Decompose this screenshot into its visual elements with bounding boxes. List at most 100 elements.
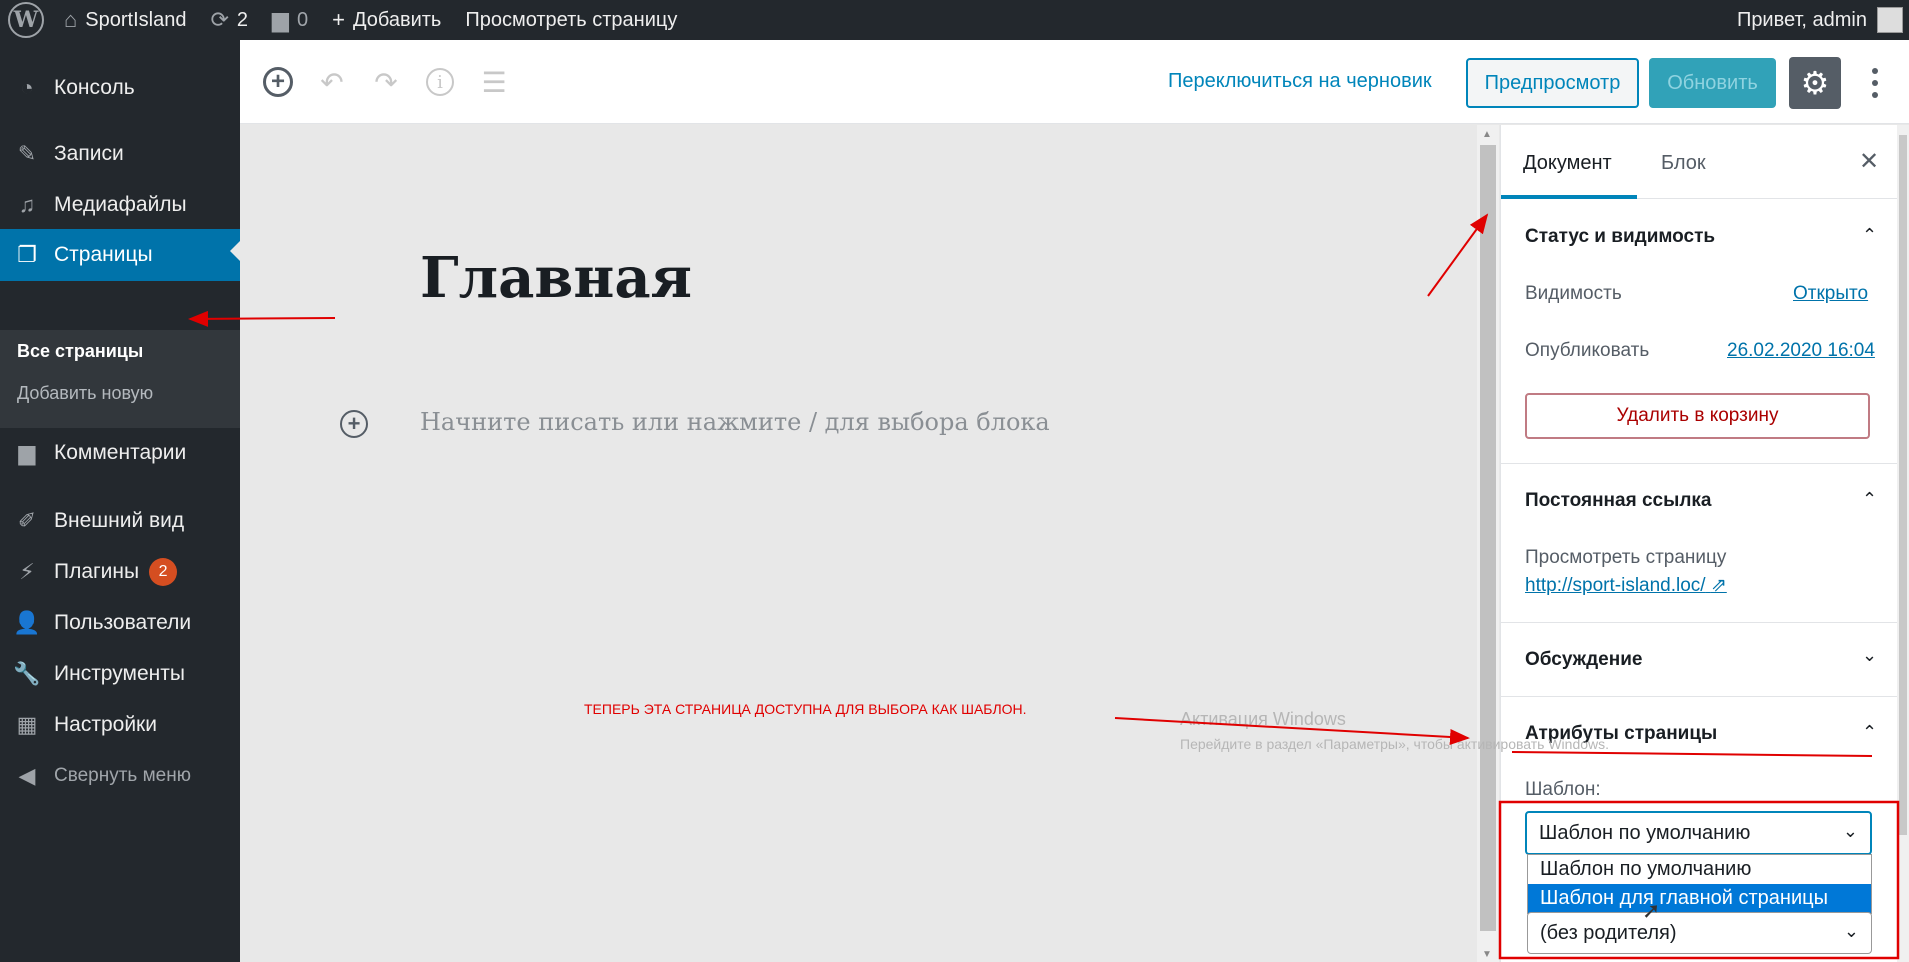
undo-button[interactable]: ↶ (314, 64, 350, 100)
parent-select-value: (без родителя) (1540, 921, 1677, 944)
tab-document[interactable]: Документ (1523, 152, 1612, 175)
editor-header: + ↶ ↷ i ☰ Переключиться на черновик Пред… (240, 40, 1909, 124)
editor-scrollbar-thumb[interactable] (1480, 145, 1496, 931)
publish-date-link[interactable]: 26.02.2020 16:04 (1727, 340, 1875, 362)
view-page-link[interactable]: Просмотреть страницу (453, 0, 689, 40)
outline-button[interactable]: ☰ (476, 64, 512, 100)
add-new-link[interactable]: + Добавить (320, 0, 453, 40)
visibility-label: Видимость (1525, 283, 1622, 304)
active-tab-indicator (1501, 195, 1637, 199)
redo-button[interactable]: ↷ (368, 64, 404, 100)
wordpress-logo-icon[interactable]: W (8, 2, 44, 38)
plus-circle-icon: + (263, 67, 293, 97)
inline-add-block-button[interactable]: + (340, 410, 368, 438)
sidebar-item-appearance[interactable]: ✐ Внешний вид (0, 499, 240, 543)
sidebar-item-dashboard[interactable]: ◔ Консоль (0, 66, 240, 110)
sidebar-item-settings[interactable]: ▦ Настройки (0, 703, 240, 747)
tab-block[interactable]: Блок (1661, 152, 1706, 175)
chevron-down-icon[interactable]: ⌄ (1862, 645, 1877, 666)
scroll-up-arrow-icon[interactable]: ▲ (1482, 129, 1492, 140)
admin-sidebar: ◔ Консоль ✎ Записи ♫ Медиафайлы ❐ Страни… (0, 40, 240, 962)
refresh-icon: ⟳ (210, 7, 229, 32)
home-icon: ⌂ (64, 7, 78, 32)
sidebar-item-label: Записи (54, 142, 124, 165)
updates-count: 2 (236, 8, 249, 31)
chevron-down-icon: ⌄ (1843, 921, 1859, 941)
chevron-down-icon: ⌄ (1842, 821, 1858, 841)
site-name-link[interactable]: ⌂ SportIsland (52, 0, 198, 40)
update-button[interactable]: Обновить (1649, 58, 1776, 108)
info-button[interactable]: i (422, 64, 458, 100)
sidebar-item-label: Плагины (54, 560, 140, 583)
comments-icon: ▆ (18, 440, 36, 465)
panel-title-permalink[interactable]: Постоянная ссылка (1525, 490, 1711, 512)
more-options-button[interactable] (1860, 58, 1890, 108)
scroll-down-arrow-icon[interactable]: ▼ (1482, 949, 1492, 960)
gear-icon: ⚙ (1800, 65, 1830, 101)
panel-title-status[interactable]: Статус и видимость (1525, 226, 1715, 248)
template-option-default[interactable]: Шаблон по умолчанию (1528, 855, 1871, 884)
view-page-label: Просмотреть страницу (465, 8, 678, 31)
info-icon: i (426, 68, 454, 96)
chevron-up-icon[interactable]: ⌃ (1862, 489, 1877, 510)
submenu-add-new[interactable]: Добавить новую (17, 383, 153, 404)
settings-toggle-button[interactable]: ⚙ (1789, 57, 1841, 109)
template-option-home[interactable]: Шаблон для главной страницы (1528, 884, 1871, 913)
move-to-trash-button[interactable]: Удалить в корзину (1525, 393, 1870, 439)
template-select[interactable]: Шаблон по умолчанию ⌄ (1525, 811, 1872, 855)
post-title[interactable]: Главная (420, 245, 692, 311)
sidebar-collapse-menu[interactable]: ◀ Свернуть меню (0, 754, 240, 798)
mouse-cursor-icon: ➚ (1642, 898, 1661, 923)
sidebar-item-media[interactable]: ♫ Медиафайлы (0, 183, 240, 227)
comment-bubble-icon: ▆ (272, 7, 289, 32)
sidebar-tabs: Документ Блок ✕ (1501, 125, 1898, 199)
settings-scrollbar-thumb[interactable] (1899, 135, 1907, 835)
preview-button[interactable]: Предпросмотр (1466, 58, 1639, 108)
add-block-button[interactable]: + (260, 64, 296, 100)
sidebar-item-pages[interactable]: ❐ Страницы (0, 229, 240, 281)
block-placeholder[interactable]: Начните писать или нажмите / для выбора … (420, 408, 1050, 436)
panel-title-discussion[interactable]: Обсуждение (1525, 649, 1642, 671)
sidebar-item-label: Внешний вид (54, 509, 185, 532)
updates-link[interactable]: ⟳ 2 (198, 0, 260, 40)
comments-count: 0 (296, 8, 309, 31)
permalink-url: http://sport-island.loc/ (1525, 575, 1706, 596)
appearance-icon: ✐ (17, 508, 37, 533)
site-name: SportIsland (85, 8, 187, 31)
submenu-all-pages[interactable]: Все страницы (17, 341, 143, 362)
comments-link[interactable]: ▆ 0 (260, 0, 320, 40)
close-icon[interactable]: ✕ (1859, 147, 1879, 176)
greeting[interactable]: Привет, admin (1737, 9, 1867, 32)
sidebar-item-users[interactable]: 👤 Пользователи (0, 601, 240, 645)
add-new-label: Добавить (352, 8, 442, 31)
avatar[interactable] (1877, 7, 1903, 33)
view-page-label: Просмотреть страницу (1525, 547, 1727, 568)
sidebar-item-tools[interactable]: 🔧 Инструменты (0, 652, 240, 696)
chevron-up-icon[interactable]: ⌃ (1862, 225, 1877, 246)
sidebar-item-label: Страницы (54, 243, 153, 266)
chevron-up-icon[interactable]: ⌃ (1862, 722, 1877, 743)
undo-icon: ↶ (320, 66, 344, 98)
tools-icon: 🔧 (13, 661, 41, 686)
visibility-value-link[interactable]: Открыто (1793, 283, 1868, 305)
sidebar-item-posts[interactable]: ✎ Записи (0, 132, 240, 176)
dashboard-icon: ◔ (20, 75, 34, 100)
editor-canvas: Главная + Начните писать или нажмите / д… (240, 125, 1477, 962)
sidebar-item-label: Комментарии (54, 441, 187, 464)
tutorial-annotation: ТЕПЕРЬ ЭТА СТРАНИЦА ДОСТУПНА ДЛЯ ВЫБОРА … (584, 701, 1027, 717)
settings-scrollbar[interactable] (1897, 125, 1909, 962)
switch-to-draft-button[interactable]: Переключиться на черновик (1168, 70, 1432, 93)
editor-scrollbar[interactable]: ▲ ▼ (1477, 125, 1499, 962)
panel-divider (1501, 622, 1898, 623)
parent-page-select[interactable]: (без родителя) ⌄ (1527, 912, 1872, 954)
windows-activation-watermark: Активация Windows Перейдите в раздел «Па… (1180, 709, 1609, 752)
sidebar-item-plugins[interactable]: ⚡ Плагины 2 (0, 550, 240, 594)
sidebar-item-label: Свернуть меню (54, 765, 191, 786)
list-icon: ☰ (481, 66, 507, 98)
template-dropdown-list: Шаблон по умолчанию Шаблон для главной с… (1527, 854, 1872, 914)
panel-divider (1501, 463, 1898, 464)
permalink-url-link[interactable]: http://sport-island.loc/ ⇗ (1525, 574, 1727, 597)
admin-bar: W ⌂ SportIsland ⟳ 2 ▆ 0 + Добавить Просм… (0, 0, 1909, 40)
sidebar-item-comments[interactable]: ▆ Комментарии (0, 431, 240, 475)
pages-icon: ❐ (17, 242, 37, 267)
